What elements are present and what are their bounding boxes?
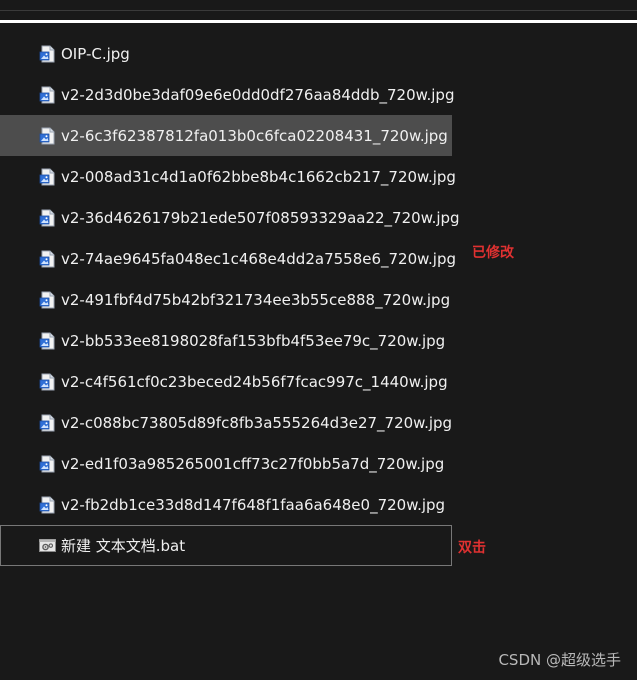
image-file-icon [39, 86, 56, 104]
file-name: v2-74ae9645fa048ec1c468e4dd2a7558e6_720w… [61, 249, 457, 268]
file-row[interactable]: v2-36d4626179b21ede507f08593329aa22_720w… [0, 197, 460, 238]
file-row[interactable]: OIP-C.jpg [0, 33, 452, 74]
file-name: v2-c4f561cf0c23beced24b56f7fcac997c_1440… [61, 372, 448, 391]
file-name: OIP-C.jpg [61, 44, 130, 63]
image-file-icon [39, 455, 56, 473]
header-divider-thick [0, 20, 637, 23]
file-name: 新建 文本文档.bat [61, 536, 186, 555]
annotation-double-click: 双击 [458, 540, 486, 556]
file-explorer-view: OIP-C.jpg v2-2d3d0be3daf09e6e0dd0df276aa… [0, 0, 637, 680]
file-name: v2-c088bc73805d89fc8fb3a555264d3e27_720w… [61, 413, 453, 432]
image-file-icon [39, 291, 56, 309]
file-row[interactable]: v2-c4f561cf0c23beced24b56f7fcac997c_1440… [0, 361, 452, 402]
file-list: OIP-C.jpg v2-2d3d0be3daf09e6e0dd0df276aa… [0, 33, 460, 566]
file-row[interactable]: v2-491fbf4d75b42bf321734ee3b55ce888_720w… [0, 279, 452, 320]
file-row[interactable]: v2-2d3d0be3daf09e6e0dd0df276aa84ddb_720w… [0, 74, 455, 115]
image-file-icon [39, 373, 56, 391]
file-row[interactable]: v2-74ae9645fa048ec1c468e4dd2a7558e6_720w… [0, 238, 456, 279]
file-row[interactable]: v2-ed1f03a985265001cff73c27f0bb5a7d_720w… [0, 443, 452, 484]
annotation-modified: 已修改 [472, 245, 514, 261]
file-name: v2-36d4626179b21ede507f08593329aa22_720w… [61, 208, 460, 227]
image-file-icon [39, 127, 56, 145]
file-name: v2-ed1f03a985265001cff73c27f0bb5a7d_720w… [61, 454, 445, 473]
image-file-icon [39, 250, 56, 268]
file-row-batch[interactable]: 新建 文本文档.bat [0, 525, 452, 566]
file-name: v2-fb2db1ce33d8d147f648f1faa6a648e0_720w… [61, 495, 446, 514]
image-file-icon [39, 496, 56, 514]
file-name: v2-bb533ee8198028faf153bfb4f53ee79c_720w… [61, 331, 446, 350]
file-row[interactable]: v2-008ad31c4d1a0f62bbe8b4c1662cb217_720w… [0, 156, 456, 197]
file-row[interactable]: v2-fb2db1ce33d8d147f648f1faa6a648e0_720w… [0, 484, 452, 525]
header-divider-thin [0, 10, 637, 11]
file-row[interactable]: v2-c088bc73805d89fc8fb3a555264d3e27_720w… [0, 402, 452, 443]
batch-file-icon [39, 537, 56, 555]
file-name: v2-491fbf4d75b42bf321734ee3b55ce888_720w… [61, 290, 451, 309]
image-file-icon [39, 209, 56, 227]
image-file-icon [39, 45, 56, 63]
file-name: v2-008ad31c4d1a0f62bbe8b4c1662cb217_720w… [61, 167, 456, 186]
watermark: CSDN @超级选手 [498, 651, 621, 669]
file-row[interactable]: v2-bb533ee8198028faf153bfb4f53ee79c_720w… [0, 320, 452, 361]
file-name: v2-2d3d0be3daf09e6e0dd0df276aa84ddb_720w… [61, 85, 455, 104]
image-file-icon [39, 332, 56, 350]
image-file-icon [39, 168, 56, 186]
file-name: v2-6c3f62387812fa013b0c6fca02208431_720w… [61, 126, 448, 145]
image-file-icon [39, 414, 56, 432]
file-row[interactable]: v2-6c3f62387812fa013b0c6fca02208431_720w… [0, 115, 452, 156]
